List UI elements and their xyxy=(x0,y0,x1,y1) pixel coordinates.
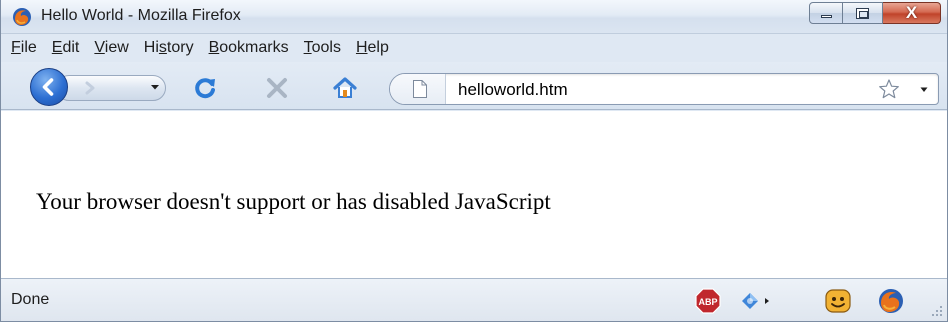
dropdown-arrow-icon[interactable] xyxy=(150,84,160,91)
page-content: Your browser doesn't support or has disa… xyxy=(1,111,947,278)
minimize-button[interactable] xyxy=(809,2,843,24)
window-title: Hello World - Mozilla Firefox xyxy=(41,7,241,24)
forward-arrow-icon xyxy=(79,79,101,97)
adblock-plus-icon[interactable]: ABP xyxy=(695,288,721,314)
maximize-button[interactable] xyxy=(843,2,883,24)
back-button[interactable] xyxy=(30,68,68,106)
reload-icon[interactable] xyxy=(193,76,217,100)
menu-file[interactable]: File xyxy=(11,39,37,57)
close-icon: X xyxy=(905,3,918,22)
address-bar[interactable]: helloworld.htm xyxy=(389,73,939,105)
back-arrow-icon xyxy=(42,78,54,96)
status-text: Done xyxy=(11,291,50,308)
menu-tools[interactable]: Tools xyxy=(304,39,341,57)
maximize-icon xyxy=(856,8,869,19)
navigation-toolbar: helloworld.htm xyxy=(1,62,947,110)
page-icon xyxy=(413,80,427,98)
star-icon[interactable] xyxy=(878,78,900,100)
close-button[interactable]: X xyxy=(883,2,941,24)
smiley-icon[interactable] xyxy=(824,287,852,315)
resize-grip-icon[interactable] xyxy=(931,305,943,317)
minimize-icon xyxy=(821,15,832,18)
page-message: Your browser doesn't support or has disa… xyxy=(36,189,551,214)
firefox-icon xyxy=(13,8,31,26)
site-identity-button[interactable] xyxy=(390,74,446,104)
menu-bookmarks[interactable]: Bookmarks xyxy=(209,39,289,57)
dropdown-arrow-icon[interactable] xyxy=(920,87,928,93)
status-bar: Done ABP xyxy=(1,278,947,321)
firefox-icon[interactable] xyxy=(877,287,905,315)
window-controls: X xyxy=(809,2,941,24)
menu-view[interactable]: View xyxy=(94,39,128,57)
browser-window: Hello World - Mozilla Firefox X File Edi… xyxy=(0,0,948,322)
svg-text:ABP: ABP xyxy=(698,297,717,307)
menu-help[interactable]: Help xyxy=(356,39,389,57)
extension-icon[interactable] xyxy=(738,289,774,313)
url-input[interactable]: helloworld.htm xyxy=(458,80,568,100)
menu-edit[interactable]: Edit xyxy=(52,39,80,57)
stop-icon[interactable] xyxy=(265,76,289,100)
menu-bar: File Edit View History Bookmarks Tools H… xyxy=(1,34,947,62)
menu-history[interactable]: History xyxy=(144,39,194,57)
home-icon[interactable] xyxy=(332,75,358,101)
title-bar[interactable]: Hello World - Mozilla Firefox X xyxy=(1,0,947,34)
